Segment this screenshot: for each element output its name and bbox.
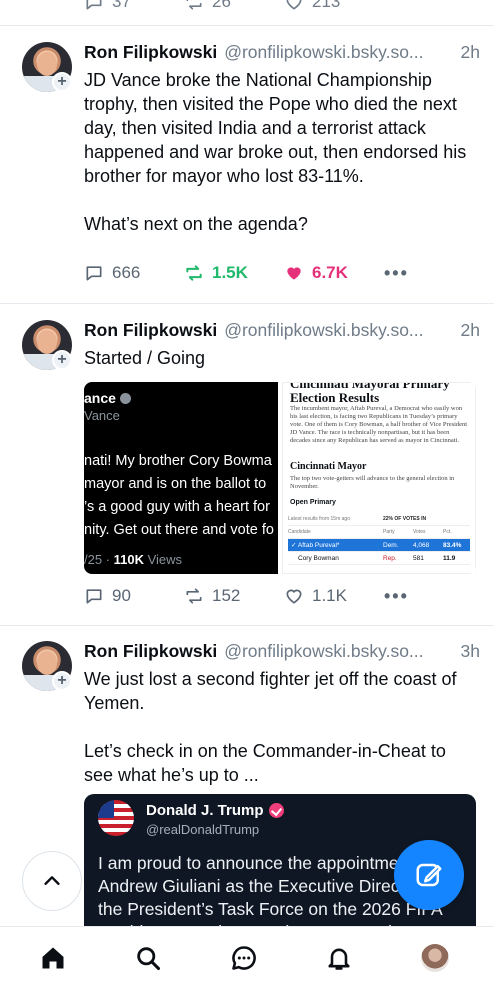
table-row: Cory Bowman Rep. 581 11.9 xyxy=(288,552,470,565)
screenshot-image-left[interactable]: ance Vance nati! My brother Cory Bowma m… xyxy=(84,382,278,574)
post-actions: 90 152 1.1K ••• xyxy=(84,586,474,612)
post-time: 3h xyxy=(460,641,480,661)
shot-name: ance xyxy=(84,390,131,406)
nav-home[interactable] xyxy=(38,943,68,973)
screenshot-image-right[interactable]: Cincinnati Mayoral Primary Election Resul… xyxy=(282,382,476,574)
table-row: Latest results from 15m ago 22% OF VOTES… xyxy=(288,513,470,526)
post-meta: Ron Filipkowski @ronfilipkowski.bsky.so.… xyxy=(84,320,480,341)
reply-button[interactable]: 37 xyxy=(84,0,131,12)
like-count: 6.7K xyxy=(312,263,348,282)
repost-button[interactable]: 1.5K xyxy=(184,263,248,283)
post-media[interactable]: ance Vance nati! My brother Cory Bowma m… xyxy=(84,382,476,574)
repost-icon xyxy=(186,588,202,604)
results-section: Cincinnati Mayor xyxy=(290,461,367,472)
repost-icon xyxy=(186,265,202,281)
follow-plus-icon[interactable]: + xyxy=(52,72,72,92)
verified-icon xyxy=(119,393,131,404)
repost-button[interactable]: 26 xyxy=(184,0,231,12)
author-name[interactable]: Ron Filipkowski xyxy=(84,42,217,63)
profile-avatar xyxy=(421,944,449,972)
like-button[interactable]: 213 xyxy=(284,0,340,12)
verified-icon xyxy=(268,803,284,818)
reply-button[interactable]: 90 xyxy=(84,586,131,606)
author-handle[interactable]: @ronfilipkowski.bsky.so... xyxy=(224,641,456,662)
author-name[interactable]: Ron Filipkowski xyxy=(84,320,217,341)
home-icon xyxy=(42,947,64,969)
divider xyxy=(0,625,494,626)
chat-icon xyxy=(232,946,256,970)
reply-count: 90 xyxy=(112,586,131,605)
nav-search[interactable] xyxy=(133,943,163,973)
reply-count: 37 xyxy=(112,0,131,11)
quoted-handle: @realDonaldTrump xyxy=(146,822,260,837)
more-options-button[interactable]: ••• xyxy=(384,586,409,607)
more-options-button[interactable]: ••• xyxy=(384,263,409,284)
like-button[interactable]: 1.1K xyxy=(284,586,347,606)
post-time: 2h xyxy=(460,42,480,62)
bottom-navigation xyxy=(0,926,494,1000)
author-handle[interactable]: @ronfilipkowski.bsky.so... xyxy=(224,320,456,341)
open-primary-label: Open Primary xyxy=(290,499,336,506)
results-paragraph: The incumbent mayor, Aftab Pureval, a De… xyxy=(290,405,468,444)
results-note: The top two vote-getters will advance to… xyxy=(290,475,455,490)
post-actions: 666 1.5K 6.7K ••• xyxy=(84,263,474,289)
repost-count: 26 xyxy=(212,0,231,11)
results-heading: Cincinnati Mayoral Primary Election Resul… xyxy=(290,382,450,405)
heart-icon xyxy=(286,0,302,10)
post-text: We just lost a second fighter jet off th… xyxy=(84,669,457,785)
table-header: Candidate Party Votes Pct. xyxy=(288,526,470,539)
reply-icon xyxy=(86,0,102,10)
repost-button[interactable]: 152 xyxy=(184,586,240,606)
compose-button[interactable] xyxy=(394,840,464,910)
follow-plus-icon[interactable]: + xyxy=(52,350,72,370)
reply-count: 666 xyxy=(112,263,141,282)
search-icon xyxy=(137,947,161,971)
shot-footer: /25 · 110K Views xyxy=(84,552,183,567)
divider xyxy=(0,303,494,304)
follow-plus-icon[interactable]: + xyxy=(52,671,72,691)
repost-count: 1.5K xyxy=(212,263,248,282)
repost-icon xyxy=(186,0,202,10)
author-handle[interactable]: @ronfilipkowski.bsky.so... xyxy=(224,42,456,63)
shot-handle: Vance xyxy=(84,408,120,423)
compose-icon xyxy=(416,863,442,887)
shot-body: nati! My brother Cory Bowma mayor and is… xyxy=(84,453,274,538)
like-button[interactable]: 6.7K xyxy=(284,263,348,283)
divider xyxy=(0,25,494,26)
bell-icon xyxy=(328,948,350,970)
quoted-avatar[interactable] xyxy=(98,800,134,836)
chevron-up-icon xyxy=(44,876,60,885)
feed: 37 26 213 + Ron Filipkowski @ronfilipkow… xyxy=(0,0,494,926)
repost-count: 152 xyxy=(212,586,241,605)
nav-profile[interactable] xyxy=(420,943,450,973)
scroll-to-top-button[interactable] xyxy=(22,851,82,911)
heart-filled-icon xyxy=(287,267,301,280)
more-icon: ••• xyxy=(384,586,409,606)
like-count: 213 xyxy=(312,0,341,11)
post-meta: Ron Filipkowski @ronfilipkowski.bsky.so.… xyxy=(84,42,480,63)
post-time: 2h xyxy=(460,320,480,340)
more-icon: ••• xyxy=(384,263,409,283)
nav-notifications[interactable] xyxy=(324,943,354,973)
author-name[interactable]: Ron Filipkowski xyxy=(84,641,217,662)
nav-chat[interactable] xyxy=(229,943,259,973)
previous-post-actions: 37 26 213 xyxy=(84,0,494,14)
post-text: Started / Going xyxy=(84,348,206,368)
table-row: ✓ Aftab Pureval* Dem. 4,068 83.4% xyxy=(288,539,470,552)
like-count: 1.1K xyxy=(312,586,347,605)
results-table: Latest results from 15m ago 22% OF VOTES… xyxy=(288,513,470,565)
reply-icon xyxy=(86,589,102,604)
heart-icon xyxy=(286,589,302,604)
reply-icon xyxy=(86,266,102,281)
post-text: JD Vance broke the National Championship… xyxy=(84,70,467,234)
reply-button[interactable]: 666 xyxy=(84,263,140,283)
post-meta: Ron Filipkowski @ronfilipkowski.bsky.so.… xyxy=(84,641,480,662)
quoted-name: Donald J. Trump xyxy=(146,802,284,819)
